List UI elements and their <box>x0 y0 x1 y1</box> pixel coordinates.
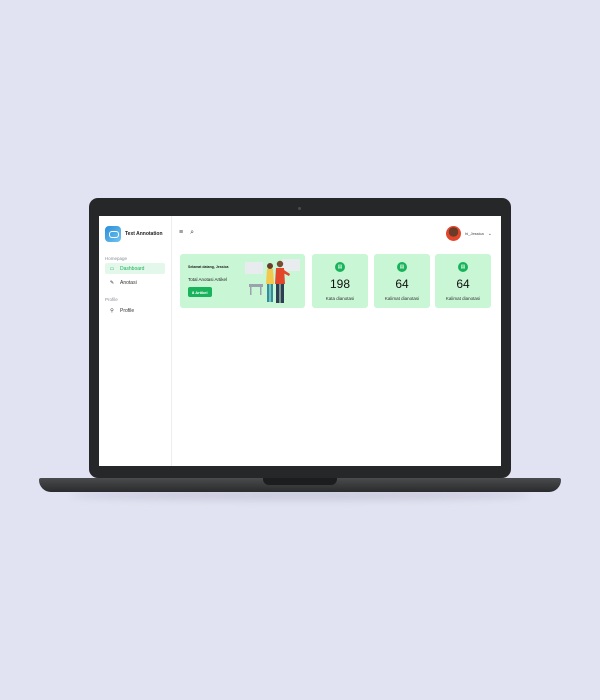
chat-icon: ▤ <box>397 262 407 272</box>
app-name: Text Annotation <box>125 231 163 237</box>
menu-icon[interactable]: ≡ <box>179 229 183 237</box>
user-name: hi_Jessica <box>465 231 484 236</box>
stat-card-sentences-2: ▤ 64 Kalimat dianotasi <box>435 254 491 308</box>
welcome-card: Selamat datang, Jessica Total Anotasi Ar… <box>180 254 305 308</box>
chat-icon: ▤ <box>335 262 345 272</box>
welcome-title: Selamat datang, Jessica <box>188 265 229 269</box>
sidebar-item-profile[interactable]: ⚲ Profile <box>105 305 165 316</box>
brand[interactable]: Text Annotation <box>105 226 163 242</box>
laptop-notch <box>263 478 337 485</box>
chevron-down-icon[interactable]: ⌄ <box>488 231 492 237</box>
screen: Text Annotation Homepage ▭ Dashboard ✎ A… <box>99 216 501 466</box>
edit-icon: ✎ <box>109 279 115 286</box>
laptop-lid: Text Annotation Homepage ▭ Dashboard ✎ A… <box>89 198 511 478</box>
section-label-homepage: Homepage <box>105 256 128 261</box>
stat-value: 64 <box>456 277 470 291</box>
stat-label: Kata dianotasi <box>325 296 355 301</box>
sidebar-item-label: Dashboard <box>120 265 145 272</box>
monitor-icon: ▭ <box>109 265 115 272</box>
sidebar-item-label: Anotasi <box>120 279 137 286</box>
user-menu[interactable]: hi_Jessica ⌄ <box>446 226 492 241</box>
stat-value: 198 <box>329 277 351 291</box>
camera-dot <box>298 207 301 210</box>
people-illustration <box>245 259 300 303</box>
sidebar-item-anotasi[interactable]: ✎ Anotasi <box>105 277 165 288</box>
stat-label: Kalimat dianotasi <box>384 296 420 301</box>
chat-icon: ▤ <box>458 262 468 272</box>
articles-button[interactable]: 8 Artikel <box>188 287 212 297</box>
avatar[interactable] <box>446 226 462 241</box>
sidebar-item-label: Profile <box>120 307 135 314</box>
sidebar: Text Annotation Homepage ▭ Dashboard ✎ A… <box>99 216 172 466</box>
laptop-base <box>39 478 561 492</box>
section-label-profile: Profile <box>105 297 118 302</box>
welcome-subtitle: Total Anotasi Artikel <box>188 277 228 282</box>
topbar: ≡ ⌕ <box>179 229 194 237</box>
stat-label: Kalimat dianotasi <box>445 296 481 301</box>
stat-card-sentences: ▤ 64 Kalimat dianotasi <box>374 254 430 308</box>
stat-value: 64 <box>395 277 409 291</box>
app-logo-icon <box>105 226 121 242</box>
search-icon[interactable]: ⌕ <box>190 229 194 237</box>
user-icon: ⚲ <box>110 307 114 314</box>
stat-card-words: ▤ 198 Kata dianotasi <box>312 254 368 308</box>
sidebar-item-dashboard[interactable]: ▭ Dashboard <box>105 263 165 274</box>
